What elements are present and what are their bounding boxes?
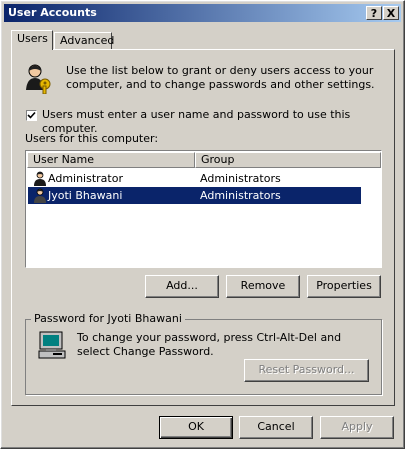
group-cell: Administrators: [200, 172, 281, 185]
password-group-label: Password for Jyoti Bhawani: [31, 312, 185, 326]
require-login-checkbox[interactable]: [26, 110, 37, 121]
user-name-cell: Administrator: [48, 172, 123, 185]
password-instructions: To change your password, press Ctrl-Alt-…: [77, 331, 342, 358]
users-icon: [23, 62, 55, 94]
user-accounts-window: User Accounts ? X Users Advanced Use the…: [0, 0, 405, 449]
users-list-label: Users for this computer:: [25, 132, 159, 145]
users-list[interactable]: User Name Group Administrator Administra…: [25, 150, 382, 268]
user-icon: [33, 171, 47, 186]
help-button[interactable]: ?: [366, 6, 382, 20]
table-row-selected[interactable]: Jyoti Bhawani Administrators: [28, 187, 361, 204]
column-header-user-name[interactable]: User Name: [27, 152, 195, 168]
cancel-button[interactable]: Cancel: [239, 416, 313, 439]
checkmark-icon: [27, 111, 36, 119]
table-row[interactable]: Administrator Administrators: [28, 170, 361, 187]
close-button[interactable]: X: [383, 6, 399, 20]
computer-icon: [37, 329, 69, 361]
reset-password-button[interactable]: Reset Password...: [244, 359, 369, 382]
user-icon: [33, 188, 47, 203]
apply-button[interactable]: Apply: [320, 416, 394, 439]
tab-users[interactable]: Users: [11, 30, 53, 50]
column-header-group[interactable]: Group: [195, 152, 381, 168]
add-user-button[interactable]: Add...: [145, 275, 219, 298]
properties-button[interactable]: Properties: [307, 275, 381, 298]
title-bar[interactable]: User Accounts ? X: [4, 4, 401, 22]
intro-text: Use the list below to grant or deny user…: [66, 64, 375, 91]
tab-advanced[interactable]: Advanced: [54, 32, 114, 49]
ok-button[interactable]: OK: [159, 416, 233, 439]
window-title: User Accounts: [8, 6, 97, 19]
group-cell: Administrators: [200, 189, 281, 202]
remove-user-button[interactable]: Remove: [226, 275, 300, 298]
user-name-cell: Jyoti Bhawani: [48, 189, 123, 202]
